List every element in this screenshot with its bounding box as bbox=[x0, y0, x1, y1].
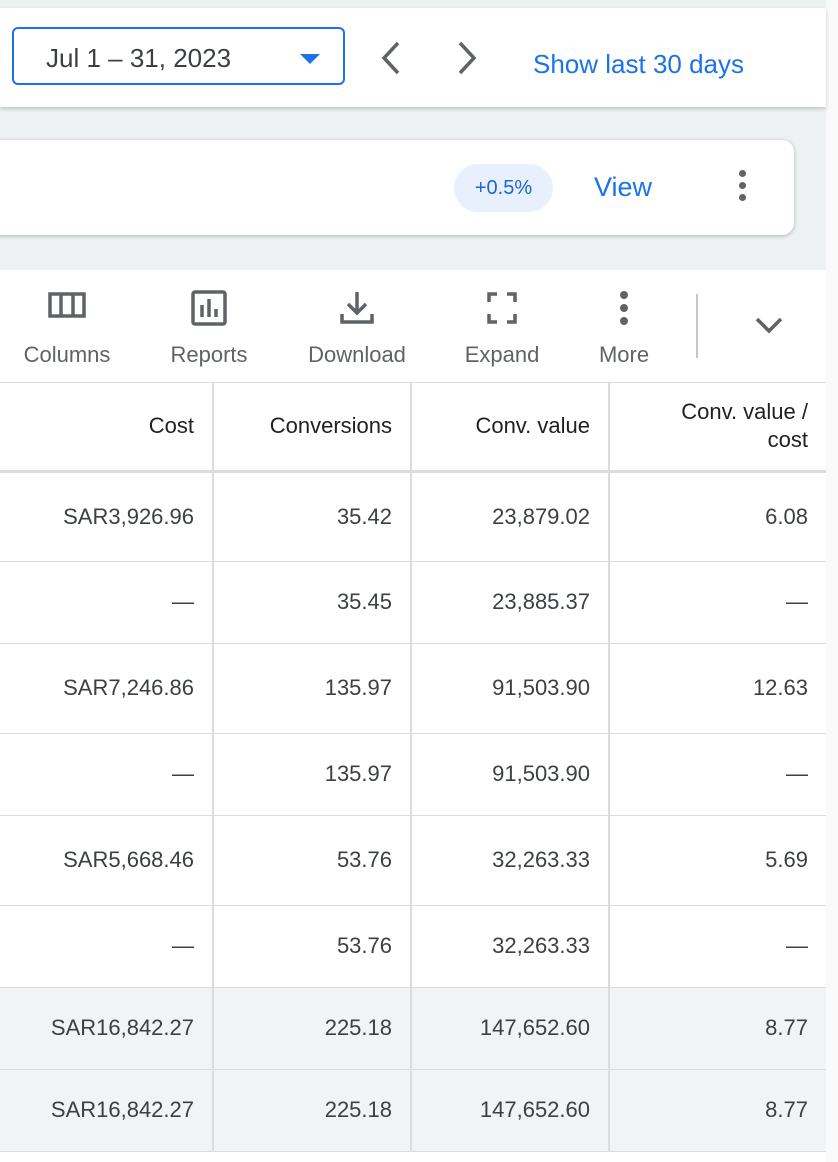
columns-icon bbox=[48, 290, 86, 325]
expand-button[interactable]: Expand bbox=[447, 270, 557, 382]
cost-cell: SAR7,246.86 bbox=[0, 643, 213, 734]
cost-cell: — bbox=[0, 733, 213, 816]
expand-label: Expand bbox=[464, 342, 540, 367]
table-row: SAR3,926.96 35.42 23,879.02 6.08 bbox=[0, 471, 826, 562]
conversions-cell: 135.97 bbox=[212, 733, 411, 816]
table-toolbar: Columns Reports Download Expand More bbox=[0, 270, 826, 383]
more-vert-icon bbox=[619, 290, 629, 331]
conversions-cell: 53.76 bbox=[212, 905, 411, 988]
conv-value-cost-cell: 8.77 bbox=[608, 987, 826, 1070]
more-vert-icon[interactable] bbox=[739, 170, 746, 206]
conv-value-cell: 147,652.60 bbox=[410, 1069, 609, 1152]
conv-value-cost-cell: — bbox=[608, 561, 826, 644]
conversions-cell: 135.97 bbox=[212, 643, 411, 734]
reports-button[interactable]: Reports bbox=[150, 270, 268, 382]
date-range-bar: Jul 1 – 31, 2023 Show last 30 days bbox=[0, 8, 826, 107]
toolbar-divider bbox=[696, 294, 698, 358]
dropdown-caret-icon bbox=[300, 54, 320, 64]
window-edge bbox=[826, 0, 838, 1162]
conversions-cell: 225.18 bbox=[212, 1069, 411, 1152]
table-header-row: Cost Conversions Conv. value Conv. value… bbox=[0, 382, 826, 473]
conv-value-cost-cell: 6.08 bbox=[608, 471, 826, 562]
cost-cell: SAR3,926.96 bbox=[0, 471, 213, 562]
columns-label: Columns bbox=[23, 342, 111, 367]
summary-card: +0.5% View bbox=[0, 140, 794, 235]
performance-table: Cost Conversions Conv. value Conv. value… bbox=[0, 382, 826, 1152]
cost-cell: — bbox=[0, 905, 213, 988]
download-label: Download bbox=[308, 342, 406, 367]
conversions-cell: 53.76 bbox=[212, 815, 411, 906]
cost-cell: SAR5,668.46 bbox=[0, 815, 213, 906]
date-range-dropdown[interactable]: Jul 1 – 31, 2023 bbox=[12, 27, 345, 85]
cost-cell: SAR16,842.27 bbox=[0, 1069, 213, 1152]
columns-button[interactable]: Columns bbox=[8, 270, 126, 382]
column-header-cost[interactable]: Cost bbox=[0, 382, 213, 473]
chevron-right-icon[interactable] bbox=[456, 40, 480, 81]
download-button[interactable]: Download bbox=[292, 270, 422, 382]
total-row: SAR16,842.27 225.18 147,652.60 8.77 bbox=[0, 1069, 826, 1152]
table-panel: Columns Reports Download Expand More Cos… bbox=[0, 270, 826, 1162]
table-row: — 35.45 23,885.37 — bbox=[0, 561, 826, 644]
change-badge: +0.5% bbox=[454, 164, 553, 212]
conv-value-cost-cell: 12.63 bbox=[608, 643, 826, 734]
reports-icon bbox=[191, 290, 227, 331]
expand-icon bbox=[486, 290, 518, 331]
chevron-left-icon[interactable] bbox=[378, 40, 402, 81]
view-link[interactable]: View bbox=[594, 172, 652, 203]
table-row: — 53.76 32,263.33 — bbox=[0, 905, 826, 988]
conversions-cell: 35.45 bbox=[212, 561, 411, 644]
chevron-down-icon[interactable] bbox=[755, 316, 783, 339]
cost-cell: — bbox=[0, 561, 213, 644]
column-header-conv-value-cost-line1: Conv. value / bbox=[681, 398, 808, 424]
date-range-value: Jul 1 – 31, 2023 bbox=[46, 43, 232, 73]
conv-value-cost-cell: 5.69 bbox=[608, 815, 826, 906]
column-header-conv-value-cost-line2: cost bbox=[767, 426, 808, 452]
download-icon bbox=[339, 290, 375, 331]
conversions-cell: 225.18 bbox=[212, 987, 411, 1070]
conv-value-cell: 32,263.33 bbox=[410, 905, 609, 988]
conv-value-cell: 32,263.33 bbox=[410, 815, 609, 906]
conv-value-cell: 91,503.90 bbox=[410, 733, 609, 816]
conv-value-cost-cell: — bbox=[608, 905, 826, 988]
conv-value-cell: 23,879.02 bbox=[410, 471, 609, 562]
cost-cell: SAR16,842.27 bbox=[0, 987, 213, 1070]
table-row: — 135.97 91,503.90 — bbox=[0, 733, 826, 816]
conv-value-cell: 147,652.60 bbox=[410, 987, 609, 1070]
more-button[interactable]: More bbox=[584, 270, 664, 382]
conv-value-cost-cell: 8.77 bbox=[608, 1069, 826, 1152]
conv-value-cell: 23,885.37 bbox=[410, 561, 609, 644]
column-header-conv-value[interactable]: Conv. value bbox=[410, 382, 609, 473]
table-row: SAR7,246.86 135.97 91,503.90 12.63 bbox=[0, 643, 826, 734]
conversions-cell: 35.42 bbox=[212, 471, 411, 562]
more-label: More bbox=[598, 342, 650, 367]
conv-value-cell: 91,503.90 bbox=[410, 643, 609, 734]
table-row: SAR5,668.46 53.76 32,263.33 5.69 bbox=[0, 815, 826, 906]
reports-label: Reports bbox=[170, 342, 248, 367]
total-row: SAR16,842.27 225.18 147,652.60 8.77 bbox=[0, 987, 826, 1070]
column-header-conversions[interactable]: Conversions bbox=[212, 382, 411, 473]
show-last-30-days-link[interactable]: Show last 30 days bbox=[533, 49, 744, 80]
column-header-conv-value-cost[interactable]: Conv. value / cost bbox=[608, 382, 826, 473]
conv-value-cost-cell: — bbox=[608, 733, 826, 816]
